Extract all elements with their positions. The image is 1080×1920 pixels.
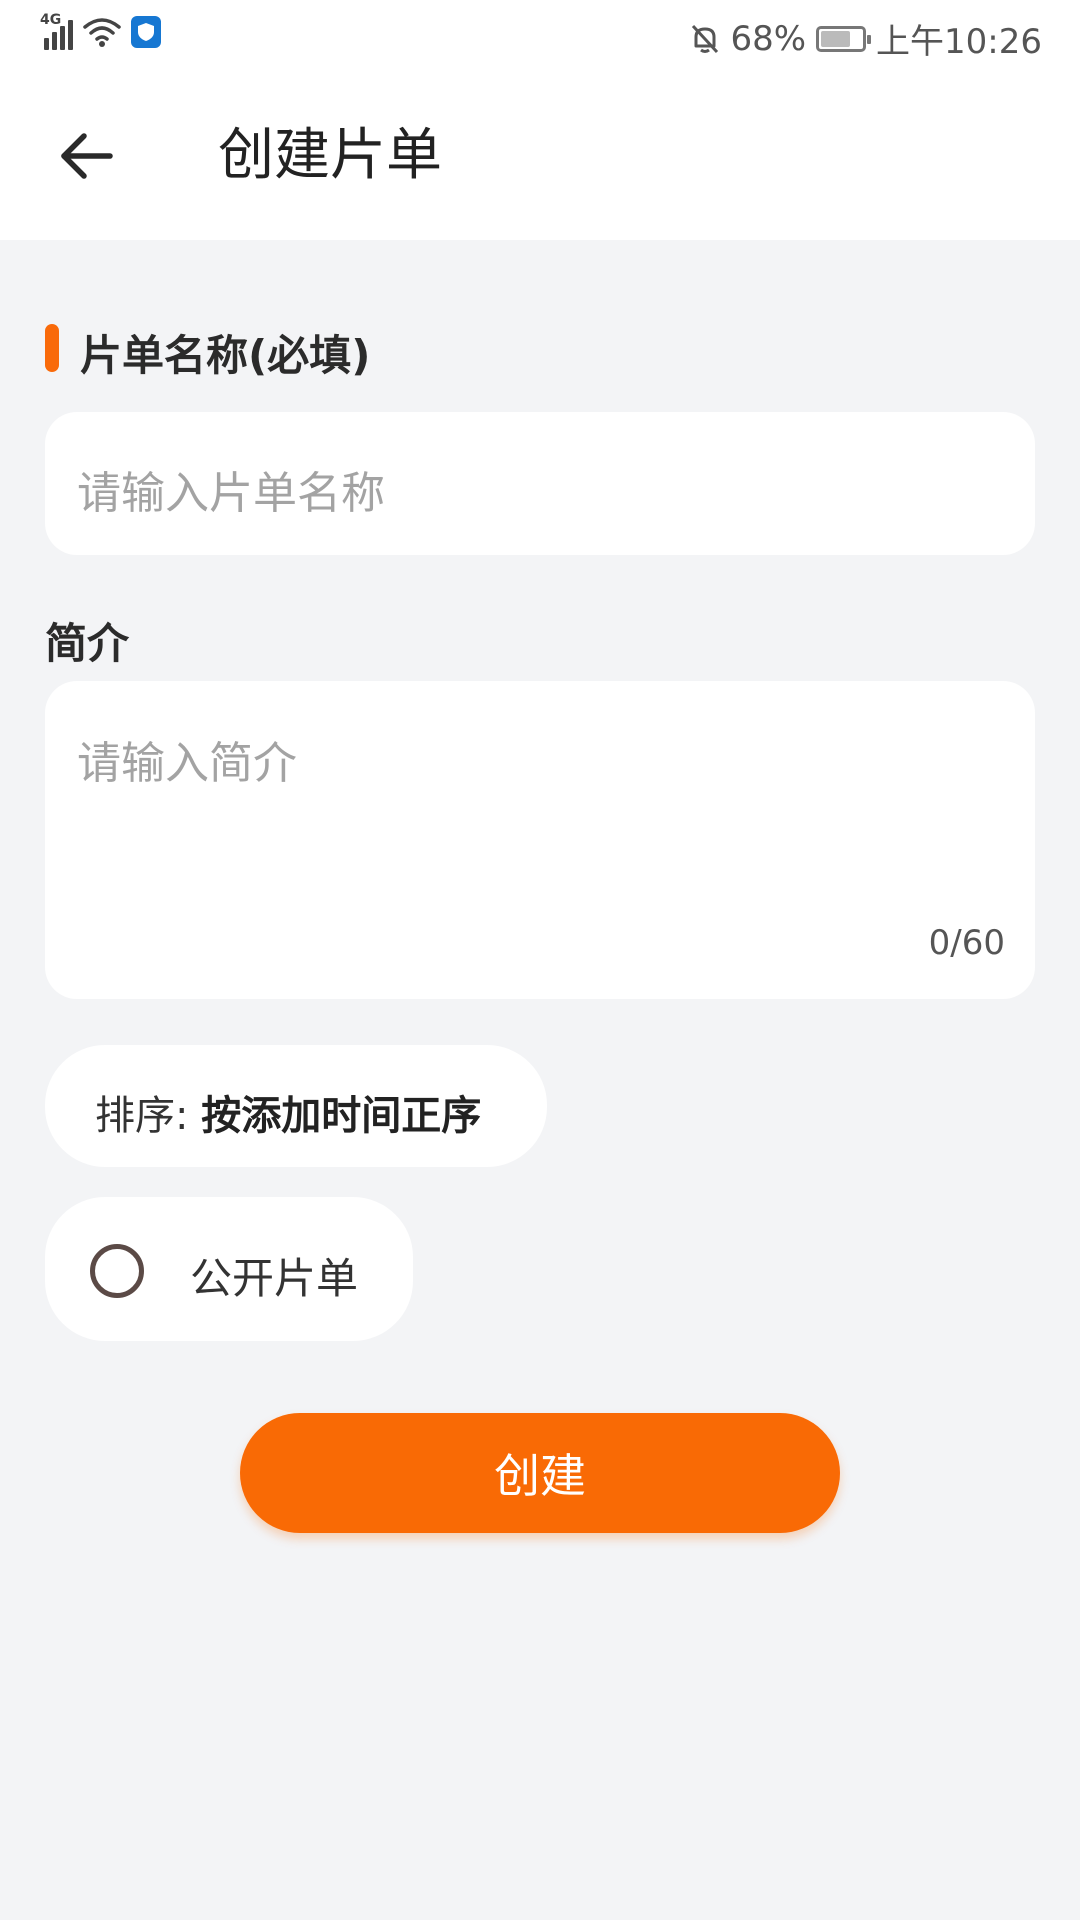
public-label: 公开片单 (190, 1254, 359, 1303)
sort-text: 排序: 按添加时间正序 (95, 1083, 481, 1141)
battery-icon (816, 25, 872, 52)
intro-label: 简介 (45, 619, 130, 668)
page-title: 创建片单 (218, 123, 442, 188)
name-label: 片单名称(必填) (80, 331, 371, 380)
intro-placeholder: 请输入简介 (77, 738, 297, 789)
create-button[interactable]: 创建 (240, 1413, 840, 1533)
intro-textarea[interactable]: 请输入简介 0/60 (45, 681, 1035, 999)
section-accent-bar (45, 324, 59, 372)
app-bar: 创建片单 (0, 72, 1080, 240)
name-input[interactable]: 请输入片单名称 (45, 412, 1035, 555)
arrow-left-icon (61, 133, 113, 179)
status-bar: 4G 68% 上午10:26 (0, 0, 1080, 72)
sort-selector[interactable]: 排序: 按添加时间正序 (45, 1045, 547, 1167)
name-placeholder: 请输入片单名称 (77, 468, 385, 519)
char-counter: 0/60 (928, 923, 1005, 963)
sort-value: 按添加时间正序 (201, 1093, 482, 1139)
wifi-icon (83, 18, 121, 47)
shield-icon (131, 16, 161, 48)
sort-prefix: 排序: (95, 1093, 202, 1139)
back-button[interactable] (52, 122, 120, 190)
clock: 上午10:26 (876, 22, 1042, 62)
signal-icon: 4G (40, 12, 73, 50)
status-bar-left: 4G (40, 12, 161, 50)
battery-percent: 68% (730, 18, 807, 59)
network-type: 4G (40, 12, 62, 28)
mute-icon (692, 24, 719, 53)
radio-unchecked-icon[interactable] (90, 1244, 144, 1298)
status-bar-right: 68% 上午10:26 (690, 14, 1042, 63)
public-toggle[interactable]: 公开片单 (45, 1197, 413, 1341)
